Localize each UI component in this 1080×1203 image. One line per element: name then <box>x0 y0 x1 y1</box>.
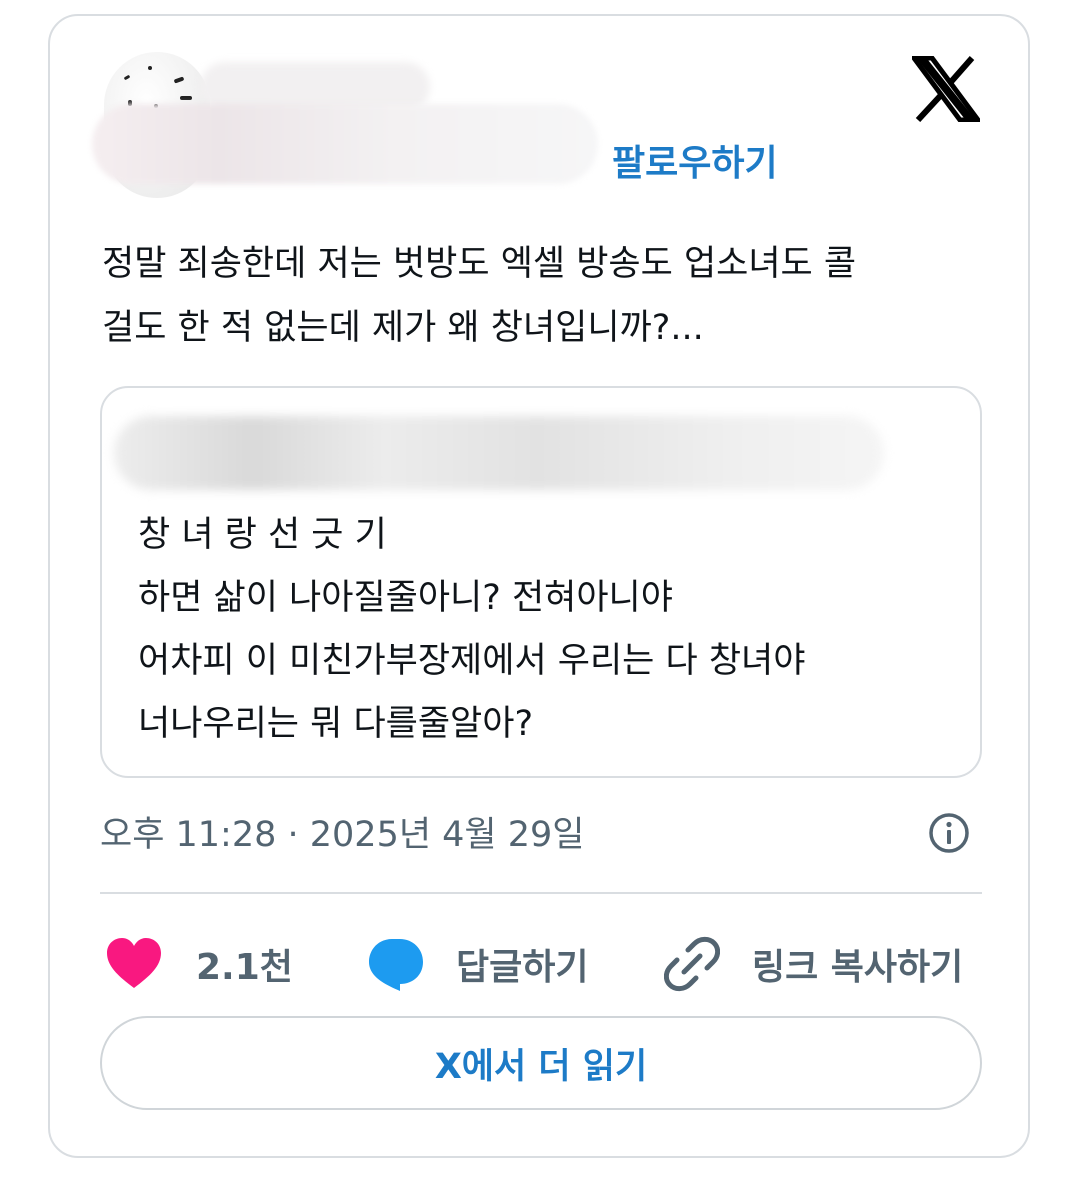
x-logo-icon[interactable] <box>912 56 980 122</box>
reply-bubble-icon <box>369 939 423 991</box>
info-icon[interactable] <box>928 812 970 854</box>
like-count: 2.1천 <box>196 947 293 988</box>
avatar-pattern <box>173 76 185 84</box>
redacted-quoted-author <box>114 416 884 490</box>
tweet-timestamp[interactable]: 오후 11:28 · 2025년 4월 29일 <box>100 806 585 857</box>
divider <box>100 892 982 894</box>
link-icon <box>664 936 720 992</box>
avatar-pattern <box>148 66 152 70</box>
read-more-on-x-button[interactable]: X에서 더 읽기 <box>100 1016 982 1110</box>
quoted-tweet[interactable]: 창 녀 랑 선 긋 기 하면 삶이 나아질줄아니? 전혀아니야 어차피 이 미친… <box>100 386 982 778</box>
tweet-embed-card: 팔로우하기 정말 죄송한데 저는 벗방도 엑셀 방송도 업소녀도 콜 걸도 한 … <box>48 14 1030 1158</box>
avatar-pattern <box>123 74 131 81</box>
copy-link-label: 링크 복사하기 <box>752 947 964 988</box>
copy-link-button[interactable]: 링크 복사하기 <box>664 924 963 1004</box>
follow-button[interactable]: 팔로우하기 <box>612 134 778 186</box>
tweet-text: 정말 죄송한데 저는 벗방도 엑셀 방송도 업소녀도 콜 걸도 한 적 없는데 … <box>102 244 857 348</box>
reply-button[interactable]: 답글하기 <box>366 924 588 1004</box>
read-more-label: X에서 더 읽기 <box>434 1046 648 1087</box>
quoted-tweet-text: 창 녀 랑 선 긋 기 하면 삶이 나아질줄아니? 전혀아니야 어차피 이 미친… <box>138 515 806 744</box>
heart-icon <box>107 938 161 988</box>
like-button[interactable]: 2.1천 <box>104 924 293 1004</box>
action-bar: 2.1천 답글하기 링크 복사하기 <box>100 924 990 1004</box>
avatar-pattern <box>180 96 192 100</box>
reply-label: 답글하기 <box>456 947 589 988</box>
redacted-username[interactable] <box>92 104 598 184</box>
